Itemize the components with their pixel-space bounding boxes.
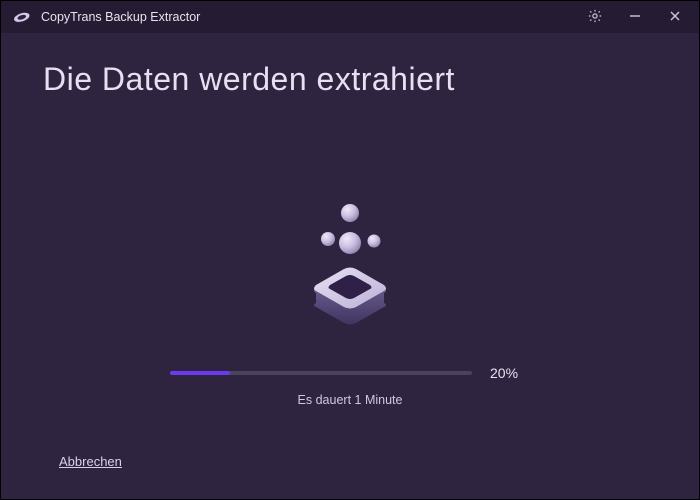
- page-heading: Die Daten werden extrahiert: [43, 61, 455, 98]
- minimize-icon: [629, 10, 641, 25]
- cancel-button[interactable]: Abbrechen: [59, 454, 122, 469]
- app-window: CopyTrans Backup Extractor Die Da: [0, 0, 700, 500]
- content-area: Die Daten werden extrahiert: [1, 33, 699, 499]
- progress-track: [170, 371, 472, 375]
- eta-text: Es dauert 1 Minute: [298, 393, 403, 407]
- progress-fill: [170, 371, 230, 375]
- app-title: CopyTrans Backup Extractor: [41, 10, 200, 24]
- settings-button[interactable]: [575, 1, 615, 33]
- progress-bar: 20%: [170, 365, 530, 381]
- titlebar: CopyTrans Backup Extractor: [1, 1, 699, 33]
- close-icon: [669, 10, 681, 25]
- progress-percent-label: 20%: [490, 365, 530, 381]
- close-button[interactable]: [655, 1, 695, 33]
- extraction-animation-icon: [280, 193, 420, 333]
- minimize-button[interactable]: [615, 1, 655, 33]
- app-logo-icon: [11, 6, 33, 28]
- gear-icon: [587, 8, 603, 27]
